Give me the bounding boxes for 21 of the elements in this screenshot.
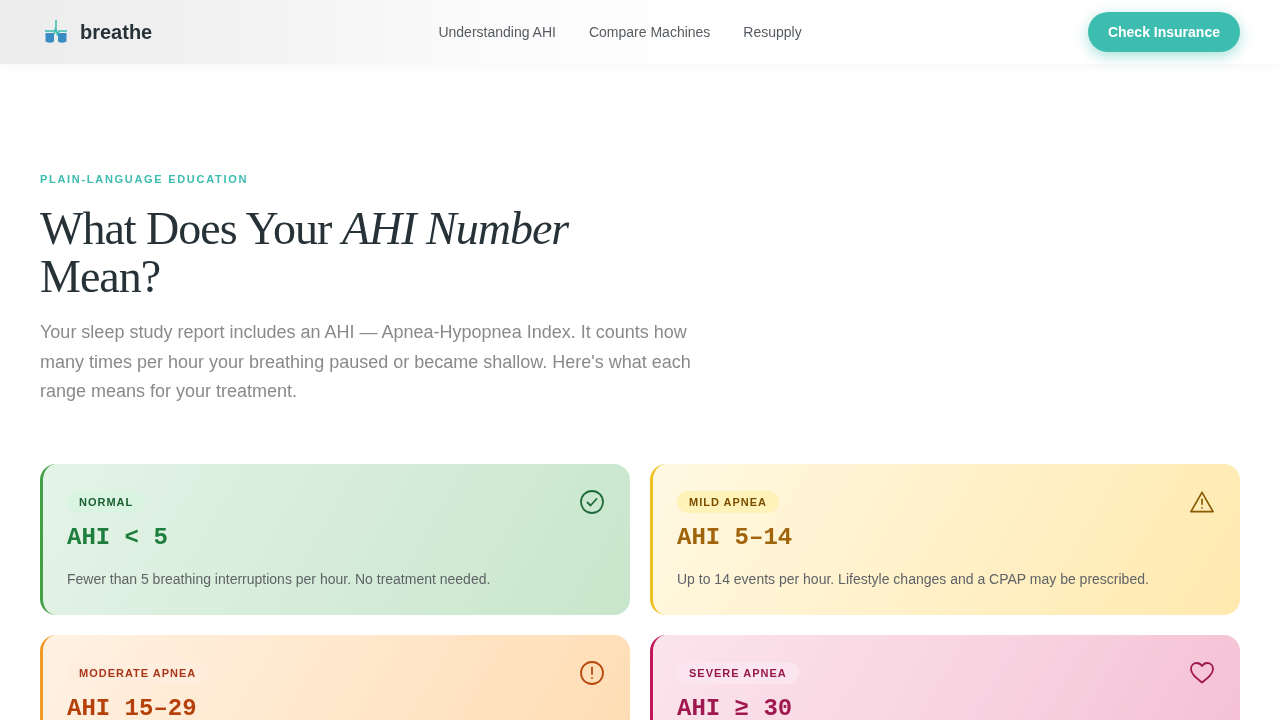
section-eyebrow: PLAIN-LANGUAGE EDUCATION xyxy=(40,172,250,186)
range-description: Up to 14 events per hour. Lifestyle changes and a CPAP may be prescribed. xyxy=(677,569,1150,589)
ahi-range: AHI < 5 xyxy=(67,523,169,552)
nav-link[interactable]: Compare Machines xyxy=(588,24,711,40)
intro-paragraph: Your sleep study report includes an AHI — Apnea-Hypopnea Index. It counts how many times per hour your breathing paused or became shallow. Here's what each range means for your treatment. xyxy=(40,321,692,403)
exclamation-circle-icon xyxy=(580,660,604,685)
nav-link[interactable]: Resupply xyxy=(743,24,802,40)
ahi-range: AHI 15–29 xyxy=(67,694,198,720)
ahi-range: AHI ≥ 30 xyxy=(677,694,794,720)
ahi-range: AHI 5–14 xyxy=(677,523,794,552)
brand-name: breathe xyxy=(80,20,153,44)
check-circle-icon xyxy=(580,489,604,514)
nav-link[interactable]: Understanding AHI xyxy=(438,24,556,40)
severity-badge: NORMAL xyxy=(67,490,146,513)
severity-badge: SEVERE APNEA xyxy=(677,661,799,684)
heart-icon xyxy=(1190,660,1214,685)
lungs-icon xyxy=(43,19,69,45)
range-description: Fewer than 5 breathing interruptions per hour. No treatment needed. xyxy=(67,569,492,589)
page-heading: What Does Your AHI Number Mean? xyxy=(40,205,570,301)
warning-icon xyxy=(1190,489,1214,514)
severity-badge: MILD APNEA xyxy=(677,490,780,513)
